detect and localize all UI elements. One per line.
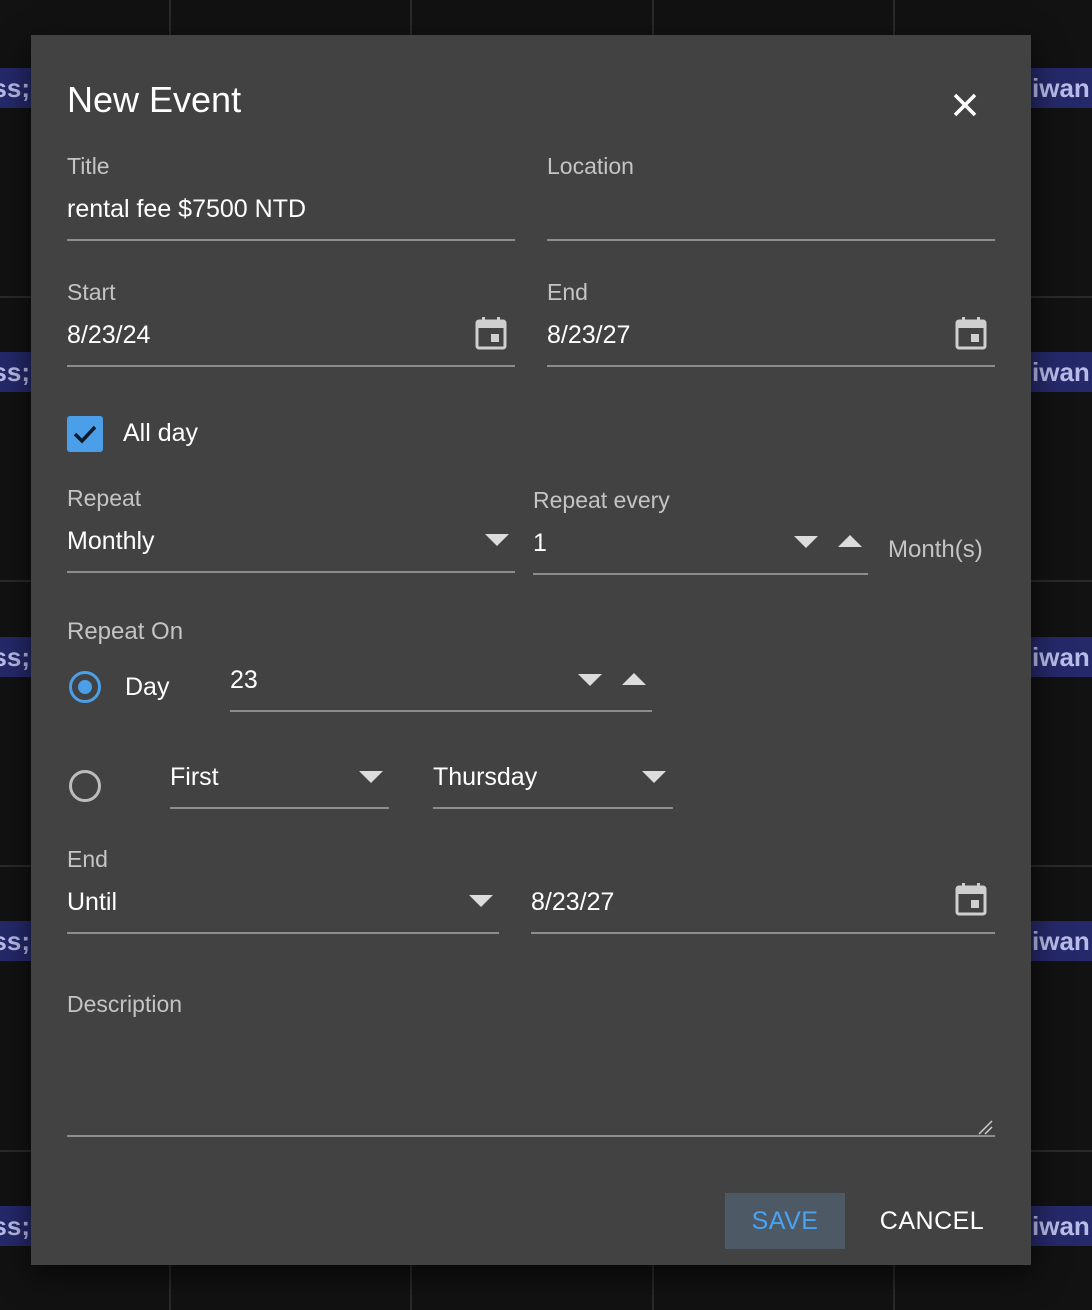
decrement-icon[interactable]	[794, 536, 818, 548]
end-rule-date-input[interactable]: 8/23/27	[531, 888, 614, 917]
resize-handle-icon[interactable]	[977, 1119, 993, 1135]
repeat-on-label: Repeat On	[67, 618, 184, 645]
save-button[interactable]: SAVE	[725, 1193, 845, 1249]
end-rule-select[interactable]: Until	[67, 888, 117, 917]
title-input[interactable]: rental fee $7500 NTD	[67, 195, 306, 224]
day-of-month-input[interactable]: 23	[230, 666, 258, 695]
repeat-every-label: Repeat every	[533, 487, 670, 513]
calendar-icon[interactable]	[955, 316, 987, 350]
description-textarea[interactable]	[67, 1031, 995, 1131]
week-ordinal-underline	[170, 807, 389, 809]
title-label: Title	[67, 153, 110, 179]
title-underline	[67, 239, 515, 241]
location-input[interactable]	[547, 195, 995, 233]
cancel-button[interactable]: CANCEL	[869, 1193, 995, 1249]
repeat-on-weekday-radio[interactable]	[69, 770, 101, 802]
calendar-event-chip[interactable]: iwan	[1028, 921, 1092, 961]
end-rule-label: End	[67, 846, 108, 872]
all-day-label: All day	[123, 419, 199, 447]
chevron-down-icon[interactable]	[359, 771, 383, 783]
location-label: Location	[547, 153, 634, 179]
calendar-event-chip[interactable]: iwan	[1028, 637, 1092, 677]
end-date-input[interactable]: 8/23/27	[547, 321, 630, 350]
calendar-event-text: iwan	[1032, 926, 1090, 956]
end-rule-date-underline	[531, 932, 995, 934]
repeat-select[interactable]: Monthly	[67, 527, 155, 556]
repeat-every-input[interactable]: 1	[533, 529, 547, 558]
repeat-on-day-radio[interactable]	[69, 671, 101, 703]
increment-icon[interactable]	[622, 673, 646, 685]
day-underline	[230, 710, 652, 712]
description-underline	[67, 1135, 995, 1137]
calendar-event-text: ss;	[0, 642, 30, 672]
chevron-down-icon[interactable]	[642, 771, 666, 783]
repeat-underline	[67, 571, 515, 573]
end-label: End	[547, 279, 588, 305]
decrement-icon[interactable]	[578, 674, 602, 686]
calendar-event-chip[interactable]: iwan	[1028, 352, 1092, 392]
calendar-event-text: ss;	[0, 926, 30, 956]
calendar-event-text: ss;	[0, 357, 30, 387]
new-event-dialog: New Event Title rental fee $7500 NTD Loc…	[31, 35, 1031, 1265]
calendar-event-text: iwan	[1032, 73, 1090, 103]
calendar-event-text: iwan	[1032, 1211, 1090, 1241]
all-day-checkbox[interactable]	[67, 416, 103, 452]
weekday-select[interactable]: Thursday	[433, 763, 537, 792]
calendar-event-chip[interactable]: iwan	[1028, 1206, 1092, 1246]
start-label: Start	[67, 279, 116, 305]
calendar-icon[interactable]	[475, 316, 507, 350]
end-underline	[547, 365, 995, 367]
chevron-down-icon[interactable]	[485, 534, 509, 546]
start-underline	[67, 365, 515, 367]
calendar-event-text: ss;	[0, 73, 30, 103]
description-label: Description	[67, 991, 183, 1017]
weekday-underline	[433, 807, 673, 809]
calendar-event-text: iwan	[1032, 642, 1090, 672]
dialog-title: New Event	[67, 79, 242, 120]
repeat-every-underline	[533, 573, 868, 575]
calendar-event-text: ss;	[0, 1211, 30, 1241]
increment-icon[interactable]	[838, 535, 862, 547]
chevron-down-icon[interactable]	[469, 895, 493, 907]
checkmark-icon	[73, 425, 97, 444]
calendar-event-chip[interactable]: iwan	[1028, 68, 1092, 108]
location-underline	[547, 239, 995, 241]
calendar-icon[interactable]	[955, 882, 987, 916]
start-date-input[interactable]: 8/23/24	[67, 321, 150, 350]
repeat-on-day-label: Day	[125, 673, 170, 701]
close-icon[interactable]	[947, 87, 983, 123]
end-rule-underline	[67, 932, 499, 934]
repeat-every-unit: Month(s)	[888, 536, 983, 563]
calendar-event-text: iwan	[1032, 357, 1090, 387]
week-ordinal-select[interactable]: First	[170, 763, 219, 792]
repeat-label: Repeat	[67, 485, 142, 511]
